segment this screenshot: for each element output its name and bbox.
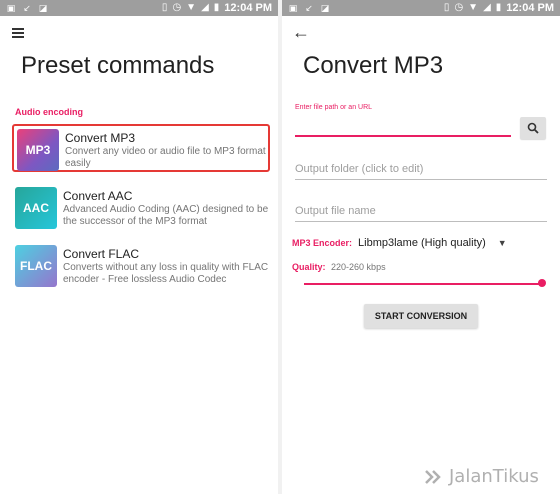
photo-icon: ◪ (38, 3, 48, 13)
file-path-input[interactable] (295, 117, 511, 137)
wifi-icon: ▼ (186, 2, 197, 13)
vibrate-icon: ▯ (161, 2, 168, 13)
watermark-text: JalanTikus (449, 466, 539, 487)
output-folder-input[interactable] (295, 160, 547, 180)
missed-call-icon: ↙ (23, 3, 31, 13)
page-title: Preset commands (21, 52, 215, 79)
quality-row: Quality: 220-260 kbps (292, 262, 386, 272)
preset-description: Converts without any loss in quality wit… (63, 262, 269, 285)
status-bar: ▣ ↙ ◪ ▯ ◷ ▼ ◢ ▮ 12:04 PM (282, 0, 560, 16)
start-conversion-button[interactable]: START CONVERSION (364, 304, 478, 328)
encoder-selector[interactable]: MP3 Encoder: Libmp3lame (High quality) ▼ (292, 237, 507, 249)
status-time: 12:04 PM (224, 2, 272, 14)
page-title: Convert MP3 (303, 52, 444, 79)
wifi-icon: ▼ (468, 2, 479, 13)
quality-slider[interactable] (304, 279, 546, 289)
slider-fill (304, 283, 542, 285)
browse-file-button[interactable] (520, 117, 546, 139)
quality-label: Quality: (292, 262, 326, 272)
preset-description: Advanced Audio Coding (AAC) designed to … (63, 204, 269, 227)
signal-icon: ◢ (483, 2, 491, 13)
preset-item-convert-mp3[interactable]: MP3 Convert MP3 Convert any video or aud… (12, 124, 270, 172)
search-icon (527, 122, 539, 134)
vibrate-icon: ▯ (443, 2, 450, 13)
preset-name: Convert MP3 (65, 131, 136, 145)
watermark: JalanTikus (424, 466, 539, 487)
quality-value: 220-260 kbps (331, 262, 386, 272)
aac-badge-icon: AAC (15, 187, 57, 229)
back-arrow-icon[interactable]: ← (292, 22, 310, 43)
battery-icon: ▮ (213, 2, 220, 13)
slider-thumb[interactable] (538, 279, 546, 287)
encoder-label: MP3 Encoder: (292, 238, 353, 248)
mp3-badge-icon: MP3 (17, 129, 59, 171)
missed-call-icon: ↙ (305, 3, 313, 13)
convert-mp3-screen: ▣ ↙ ◪ ▯ ◷ ▼ ◢ ▮ 12:04 PM ← Convert MP3 E… (282, 0, 560, 494)
alarm-icon: ◷ (172, 2, 182, 13)
file-field-hint: Enter file path or an URL (295, 104, 373, 111)
encoder-value: Libmp3lame (High quality) (358, 237, 486, 249)
preset-item-convert-aac[interactable]: AAC Convert AAC Advanced Audio Coding (A… (12, 184, 270, 232)
preset-name: Convert FLAC (63, 247, 140, 261)
section-label: Audio encoding (15, 107, 83, 117)
hamburger-menu-icon[interactable] (12, 28, 26, 40)
preset-description: Convert any video or audio file to MP3 f… (65, 146, 266, 169)
flac-badge-icon: FLAC (15, 245, 57, 287)
preset-item-convert-flac[interactable]: FLAC Convert FLAC Converts without any l… (12, 242, 270, 290)
output-file-name-input[interactable] (295, 202, 547, 222)
dropdown-arrow-icon: ▼ (497, 238, 507, 248)
battery-icon: ▮ (495, 2, 502, 13)
preset-commands-screen: ▣ ↙ ◪ ▯ ◷ ▼ ◢ ▮ 12:04 PM Preset commands… (0, 0, 278, 494)
status-time: 12:04 PM (506, 2, 554, 14)
alarm-icon: ◷ (454, 2, 464, 13)
jalantikus-logo-icon (425, 469, 441, 484)
image-icon: ▣ (288, 3, 298, 13)
status-bar: ▣ ↙ ◪ ▯ ◷ ▼ ◢ ▮ 12:04 PM (0, 0, 278, 16)
photo-icon: ◪ (320, 3, 330, 13)
preset-name: Convert AAC (63, 189, 133, 203)
image-icon: ▣ (6, 3, 16, 13)
signal-icon: ◢ (201, 2, 209, 13)
